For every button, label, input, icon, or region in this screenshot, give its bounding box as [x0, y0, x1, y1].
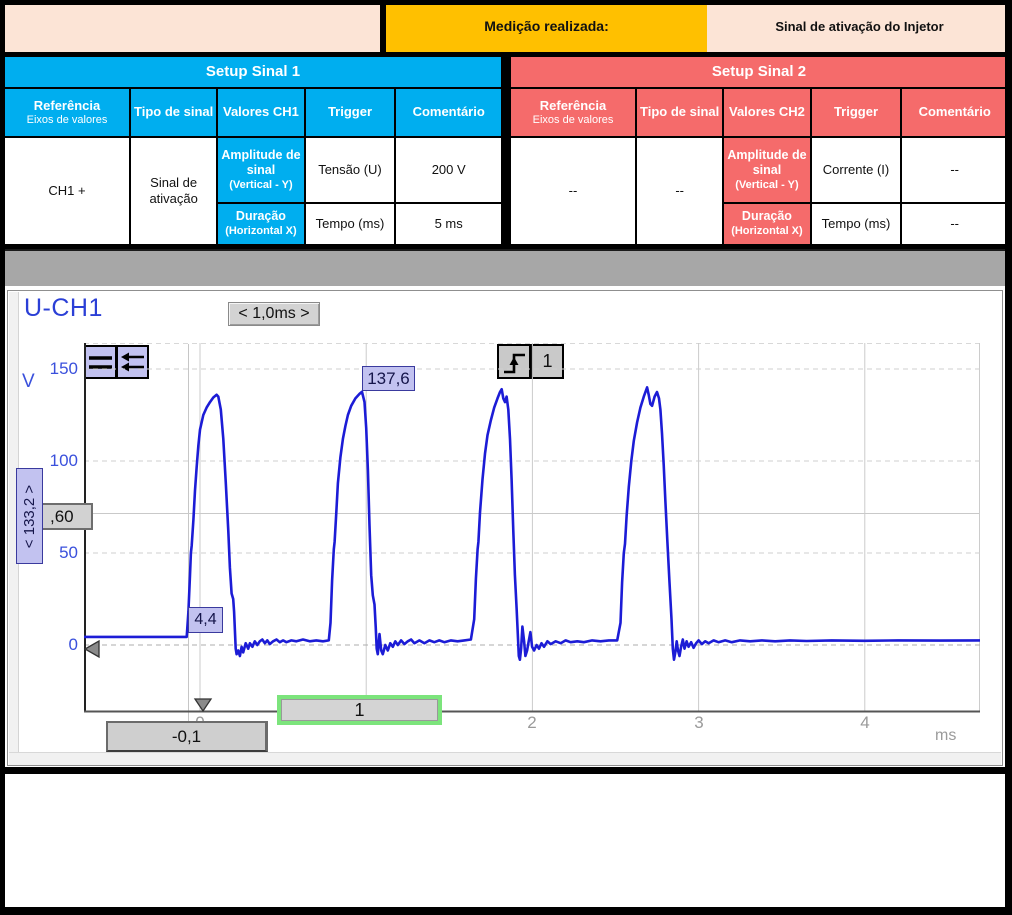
- x-tick-3: 3: [688, 713, 710, 733]
- setup2-title: Setup Sinal 2: [511, 57, 1007, 87]
- setup-table-signal-1: Setup Sinal 1 Referência Eixos de valore…: [0, 52, 506, 249]
- ground-level-marker-icon[interactable]: [83, 639, 101, 659]
- x-tick-4: 4: [854, 713, 876, 733]
- setup2-row-amplitude: Amplitude de sinal (Vertical - Y): [724, 138, 809, 202]
- setup2-col-comment: Comentário: [902, 89, 1007, 136]
- setup2-col-values: Valores CH2: [724, 89, 809, 136]
- time-readout-box[interactable]: -0,1: [106, 721, 268, 752]
- x-tick-2: 2: [521, 713, 543, 733]
- setup1-amp-type: Tensão (U): [306, 138, 395, 202]
- setup1-dur-value: 5 ms: [396, 204, 501, 244]
- separator-band: [0, 249, 1012, 286]
- setup1-title: Setup Sinal 1: [5, 57, 501, 87]
- y-tick-0: 0: [36, 635, 78, 655]
- setup2-dur-value: --: [902, 204, 1007, 244]
- waveform-plot: [84, 343, 980, 713]
- setup2-amp-value: --: [902, 138, 1007, 202]
- setup1-col-type: Tipo de sinal: [131, 89, 216, 136]
- comment-section: Comentário: Motor aquecido e em marcha l…: [0, 774, 1012, 905]
- measurement-report: Medição realizada: Sinal de ativação do …: [0, 0, 1012, 915]
- setup1-col-reference: Referência Eixos de valores: [5, 89, 129, 136]
- cursor-delta-label[interactable]: < 133,2 >: [16, 468, 43, 564]
- setup2-dur-type: Tempo (ms): [812, 204, 901, 244]
- y-axis-unit: V: [22, 371, 35, 393]
- setup-table-signal-2: Setup Sinal 2 Referência Eixos de valore…: [506, 52, 1012, 249]
- peak-value-label[interactable]: 137,6: [362, 366, 415, 391]
- setup2-comment-value: --: [637, 138, 722, 244]
- y-tick-150: 150: [36, 359, 78, 379]
- setup2-col-type: Tipo de sinal: [637, 89, 722, 136]
- setup2-col-reference: Referência Eixos de valores: [511, 89, 635, 136]
- setup1-row-amplitude: Amplitude de sinal (Vertical - Y): [218, 138, 303, 202]
- section-divider: [0, 767, 1012, 774]
- setup1-comment-value: Sinal de ativação: [131, 138, 216, 244]
- setup2-amp-type: Corrente (I): [812, 138, 901, 202]
- setup1-row-duration: Duração (Horizontal X): [218, 204, 303, 244]
- setup2-trigger-value: --: [511, 138, 635, 244]
- timebase-button[interactable]: < 1,0ms >: [228, 302, 320, 326]
- header-row: Medição realizada: Sinal de ativação do …: [0, 0, 1012, 52]
- measure-label: Medição realizada:: [380, 0, 707, 52]
- channel-label: U-CH1: [24, 294, 103, 323]
- scope-bottom-gutter: [9, 752, 1001, 765]
- setup1-dur-type: Tempo (ms): [306, 204, 395, 244]
- setup2-row-duration: Duração (Horizontal X): [724, 204, 809, 244]
- time-cursor-box[interactable]: 1: [277, 695, 442, 725]
- setup1-trigger-value: CH1 +: [5, 138, 129, 244]
- setup1-col-trigger: Trigger: [306, 89, 395, 136]
- trigger-time-marker-icon[interactable]: [193, 697, 213, 713]
- setup1-col-comment: Comentário: [396, 89, 501, 136]
- measure-value: Sinal de ativação do Injetor: [707, 0, 1012, 52]
- setup2-col-trigger: Trigger: [812, 89, 901, 136]
- setup1-amp-value: 200 V: [396, 138, 501, 202]
- x-axis-unit: ms: [935, 727, 956, 745]
- baseline-value-label[interactable]: 4,4: [188, 607, 223, 633]
- setup1-col-values: Valores CH1: [218, 89, 303, 136]
